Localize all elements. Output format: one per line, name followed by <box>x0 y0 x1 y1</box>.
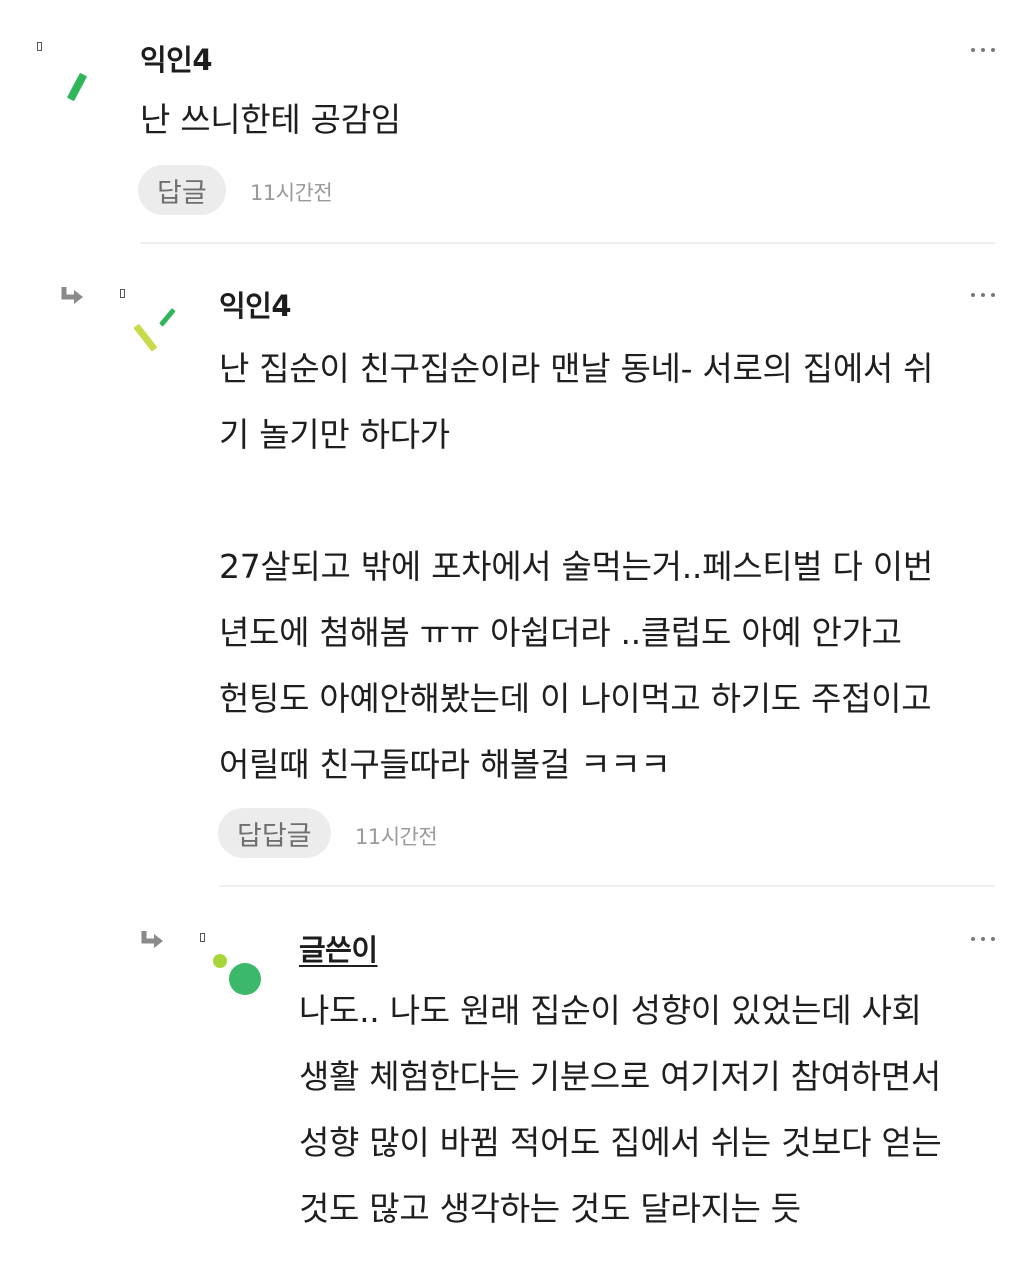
comment-author[interactable]: 익인4 <box>140 37 213 79</box>
more-options-icon[interactable] <box>971 935 995 943</box>
reply-arrow-icon <box>141 931 163 948</box>
comment-author[interactable]: 글쓴이 <box>299 927 378 969</box>
reply-button[interactable]: 답글 <box>138 165 226 215</box>
comment-body: 난 집순이 친구집순이라 맨날 동네- 서로의 집에서 쉬 기 놀기만 하다가 … <box>219 349 934 784</box>
comment-author[interactable]: 익인4 <box>219 283 292 325</box>
more-options-icon[interactable] <box>971 291 995 299</box>
confetti-avatar-icon <box>67 73 87 101</box>
more-options-icon[interactable] <box>971 46 995 54</box>
comment-body: 난 쓰니한테 공감임 <box>140 100 401 139</box>
comment-time: 11시간전 <box>250 181 333 205</box>
reply-button[interactable]: 답답글 <box>218 808 331 858</box>
dots-avatar-icon <box>213 954 261 995</box>
reply-arrow-icon <box>61 287 83 304</box>
confetti-avatar-icon <box>133 308 176 352</box>
divider <box>219 885 995 887</box>
comment-time: 11시간전 <box>355 825 438 849</box>
comment-body: 나도.. 나도 원래 집순이 성향이 있었는데 사회 생활 체험한다는 기분으로… <box>299 991 942 1228</box>
divider <box>140 242 995 244</box>
